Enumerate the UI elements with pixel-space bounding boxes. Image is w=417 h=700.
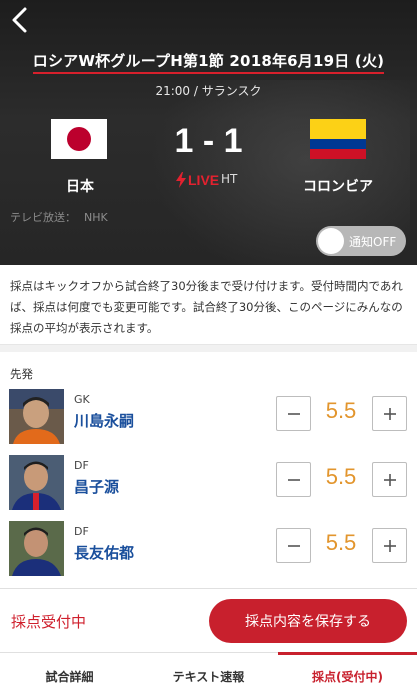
tab-text-updates[interactable]: テキスト速報 <box>139 653 278 700</box>
decrease-score-button[interactable] <box>276 396 311 431</box>
notification-toggle-label: 通知OFF <box>349 235 397 249</box>
tab-scoring[interactable]: 採点(受付中) <box>278 652 417 700</box>
match-period: HT <box>221 172 238 186</box>
player-position: DF <box>74 459 89 472</box>
player-photo <box>9 455 64 510</box>
starters-label: 先発 <box>10 367 33 381</box>
tv-broadcast-label: テレビ放送： <box>10 211 76 224</box>
match-title-text: ロシアW杯グループH第1節 2018年6月19日 (火) <box>32 52 385 74</box>
bottom-tab-bar: 試合詳細 テキスト速報 採点(受付中) <box>0 652 417 700</box>
plus-icon <box>383 407 396 420</box>
match-title: ロシアW杯グループH第1節 2018年6月19日 (火) <box>0 50 417 74</box>
away-team-name: コロンビア <box>303 179 373 195</box>
tv-channel: NHK <box>84 211 108 224</box>
save-scores-button[interactable]: 採点内容を保存する <box>209 599 407 643</box>
live-label: LIVE <box>188 172 220 188</box>
minus-icon <box>287 544 300 547</box>
scoring-action-bar: 採点受付中 採点内容を保存する <box>0 588 417 652</box>
japan-flag-icon <box>51 119 107 159</box>
player-row: DF 長友佑都 5.5 <box>0 519 417 585</box>
scoring-status: 採点受付中 <box>11 613 87 631</box>
tab-match-details[interactable]: 試合詳細 <box>0 653 139 700</box>
scoring-notice: 採点はキックオフから試合終了30分後まで受け付けます。受付時間内であれば、採点は… <box>10 279 403 335</box>
player-name[interactable]: 長友佑都 <box>74 542 134 563</box>
back-button[interactable] <box>6 4 34 36</box>
player-photo <box>9 521 64 576</box>
player-name[interactable]: 昌子源 <box>74 476 119 497</box>
chevron-left-icon <box>12 7 27 33</box>
match-time-venue: 21:00 / サランスク <box>155 84 262 98</box>
player-score-value: 5.5 <box>325 530 357 555</box>
increase-score-button[interactable] <box>372 396 407 431</box>
decrease-score-button[interactable] <box>276 528 311 563</box>
notification-toggle[interactable]: 通知OFF <box>316 226 406 256</box>
plus-icon <box>383 473 396 486</box>
player-name[interactable]: 川島永嗣 <box>74 410 134 431</box>
player-score-value: 5.5 <box>325 464 357 489</box>
section-divider <box>0 344 417 352</box>
colombia-flag-icon <box>310 119 366 159</box>
player-position: DF <box>74 525 89 538</box>
minus-icon <box>287 412 300 415</box>
lightning-icon <box>176 172 186 188</box>
decrease-score-button[interactable] <box>276 462 311 497</box>
player-row: GK 川島永嗣 5.5 <box>0 387 417 453</box>
player-row: DF 昌子源 5.5 <box>0 453 417 519</box>
player-position: GK <box>74 393 90 406</box>
increase-score-button[interactable] <box>372 462 407 497</box>
live-indicator: LIVE <box>176 172 219 188</box>
player-score-value: 5.5 <box>325 398 357 423</box>
increase-score-button[interactable] <box>372 528 407 563</box>
toggle-knob <box>318 228 344 254</box>
match-header: ロシアW杯グループH第1節 2018年6月19日 (火) 21:00 / サラン… <box>0 0 417 265</box>
plus-icon <box>383 539 396 552</box>
player-photo <box>9 389 64 444</box>
minus-icon <box>287 478 300 481</box>
home-team-name: 日本 <box>66 179 94 195</box>
tv-broadcast: テレビ放送： NHK <box>10 209 108 225</box>
match-score: 1 - 1 <box>174 122 243 160</box>
